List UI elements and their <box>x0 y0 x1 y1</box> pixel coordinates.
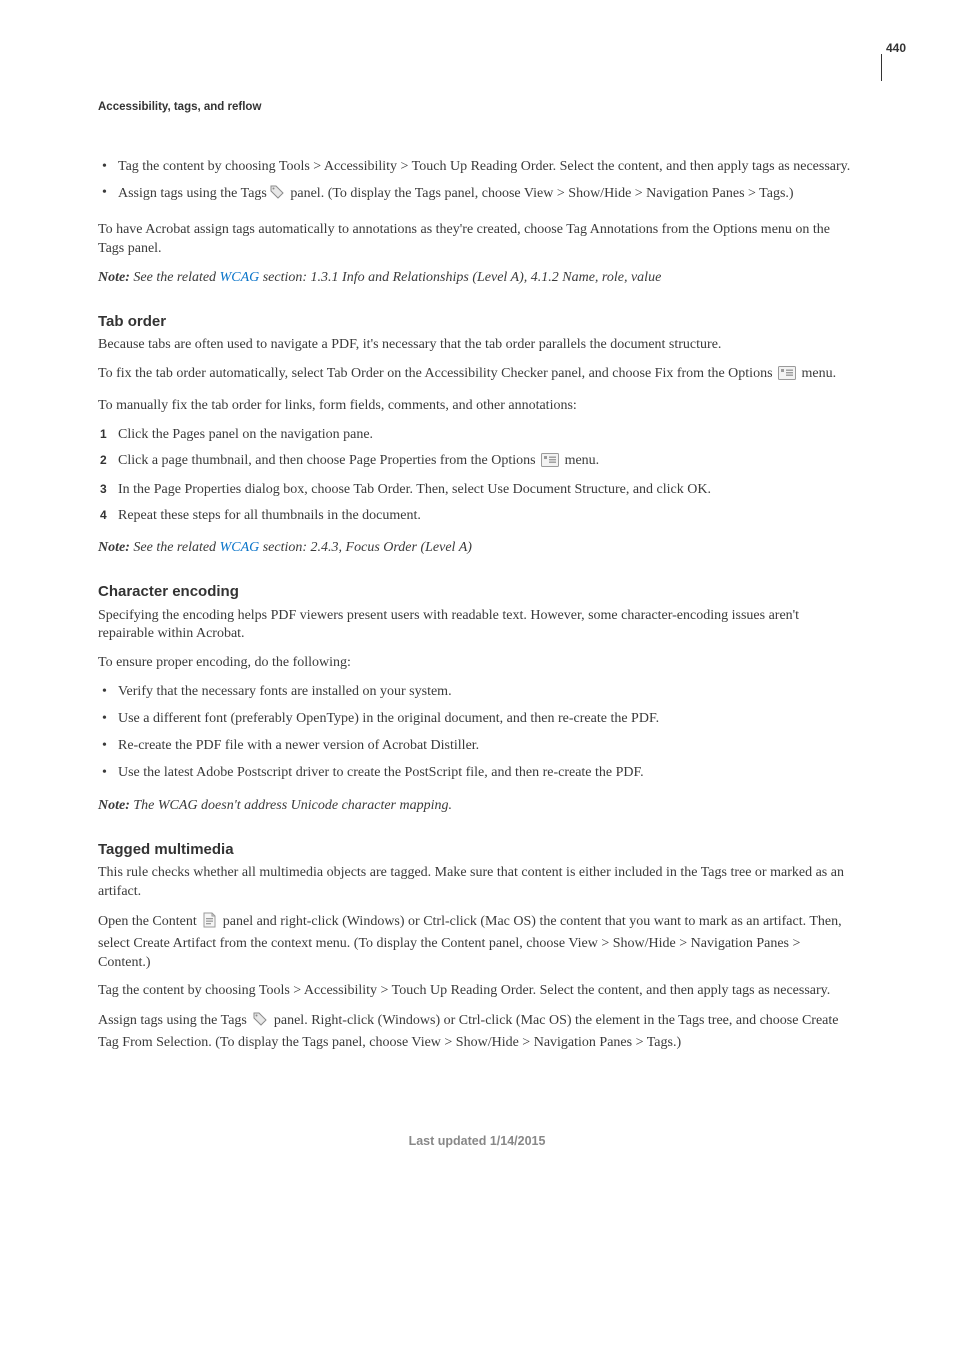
note-text-pre: See the related <box>130 270 220 285</box>
wcag-link[interactable]: WCAG <box>220 270 260 285</box>
encoding-bullet-list: Verify that the necessary fonts are inst… <box>98 683 856 783</box>
paragraph: Specifying the encoding helps PDF viewer… <box>98 607 856 645</box>
note-label: Note: <box>98 798 130 813</box>
paragraph: To ensure proper encoding, do the follow… <box>98 654 856 673</box>
step: Repeat these steps for all thumbnails in… <box>118 507 856 526</box>
paragraph: Open the Content panel and right-click (… <box>98 912 856 973</box>
wcag-link[interactable]: WCAG <box>220 540 260 555</box>
text-run: Open the Content <box>98 914 200 929</box>
list-item: Use a different font (preferably OpenTyp… <box>118 710 856 729</box>
note: Note: See the related WCAG section: 2.4.… <box>98 539 856 558</box>
page-number-rule <box>881 54 883 81</box>
content-panel-icon <box>202 912 217 935</box>
text-run: Assign tags using the Tags <box>98 1013 250 1028</box>
note-text-post: section: 1.3.1 Info and Relationships (L… <box>259 270 661 285</box>
tag-icon <box>252 1011 268 1034</box>
running-head: Accessibility, tags, and reflow <box>98 100 856 116</box>
list-item: Use the latest Adobe Postscript driver t… <box>118 764 856 783</box>
list-item: Re-create the PDF file with a newer vers… <box>118 737 856 756</box>
paragraph: Assign tags using the Tags panel. Right-… <box>98 1011 856 1053</box>
text-run: menu. <box>798 366 836 381</box>
ordered-steps: Click the Pages panel on the navigation … <box>98 426 856 526</box>
paragraph: To manually fix the tab order for links,… <box>98 397 856 416</box>
options-menu-icon <box>778 366 796 387</box>
step: In the Page Properties dialog box, choos… <box>118 481 856 500</box>
note-label: Note: <box>98 270 130 285</box>
heading-tagged-multimedia: Tagged multimedia <box>98 840 856 860</box>
intro-bullet-list: Tag the content by choosing Tools > Acce… <box>98 158 856 208</box>
text-run: Click a page thumbnail, and then choose … <box>118 453 539 468</box>
list-item: Verify that the necessary fonts are inst… <box>118 683 856 702</box>
note: Note: See the related WCAG section: 1.3.… <box>98 269 856 288</box>
paragraph: To fix the tab order automatically, sele… <box>98 365 856 387</box>
paragraph: This rule checks whether all multimedia … <box>98 864 856 902</box>
note-text-post: section: 2.4.3, Focus Order (Level A) <box>259 540 472 555</box>
step: Click a page thumbnail, and then choose … <box>118 452 856 474</box>
note-text-pre: See the related <box>130 540 220 555</box>
text-run: To fix the tab order automatically, sele… <box>98 366 776 381</box>
step: Click the Pages panel on the navigation … <box>118 426 856 445</box>
note: Note: The WCAG doesn't address Unicode c… <box>98 797 856 816</box>
note-text: The WCAG doesn't address Unicode charact… <box>130 798 452 813</box>
heading-character-encoding: Character encoding <box>98 582 856 602</box>
options-menu-icon <box>541 453 559 474</box>
list-item: Assign tags using the Tags panel. (To di… <box>118 184 856 207</box>
list-item: Tag the content by choosing Tools > Acce… <box>118 158 856 177</box>
paragraph: Because tabs are often used to navigate … <box>98 336 856 355</box>
page-number: 440 <box>886 40 906 56</box>
note-label: Note: <box>98 540 130 555</box>
paragraph: Tag the content by choosing Tools > Acce… <box>98 982 856 1001</box>
footer-last-updated: Last updated 1/14/2015 <box>98 1133 856 1150</box>
tag-icon <box>269 184 285 207</box>
text-run: menu. <box>561 453 599 468</box>
heading-tab-order: Tab order <box>98 312 856 332</box>
paragraph: To have Acrobat assign tags automaticall… <box>98 221 856 259</box>
